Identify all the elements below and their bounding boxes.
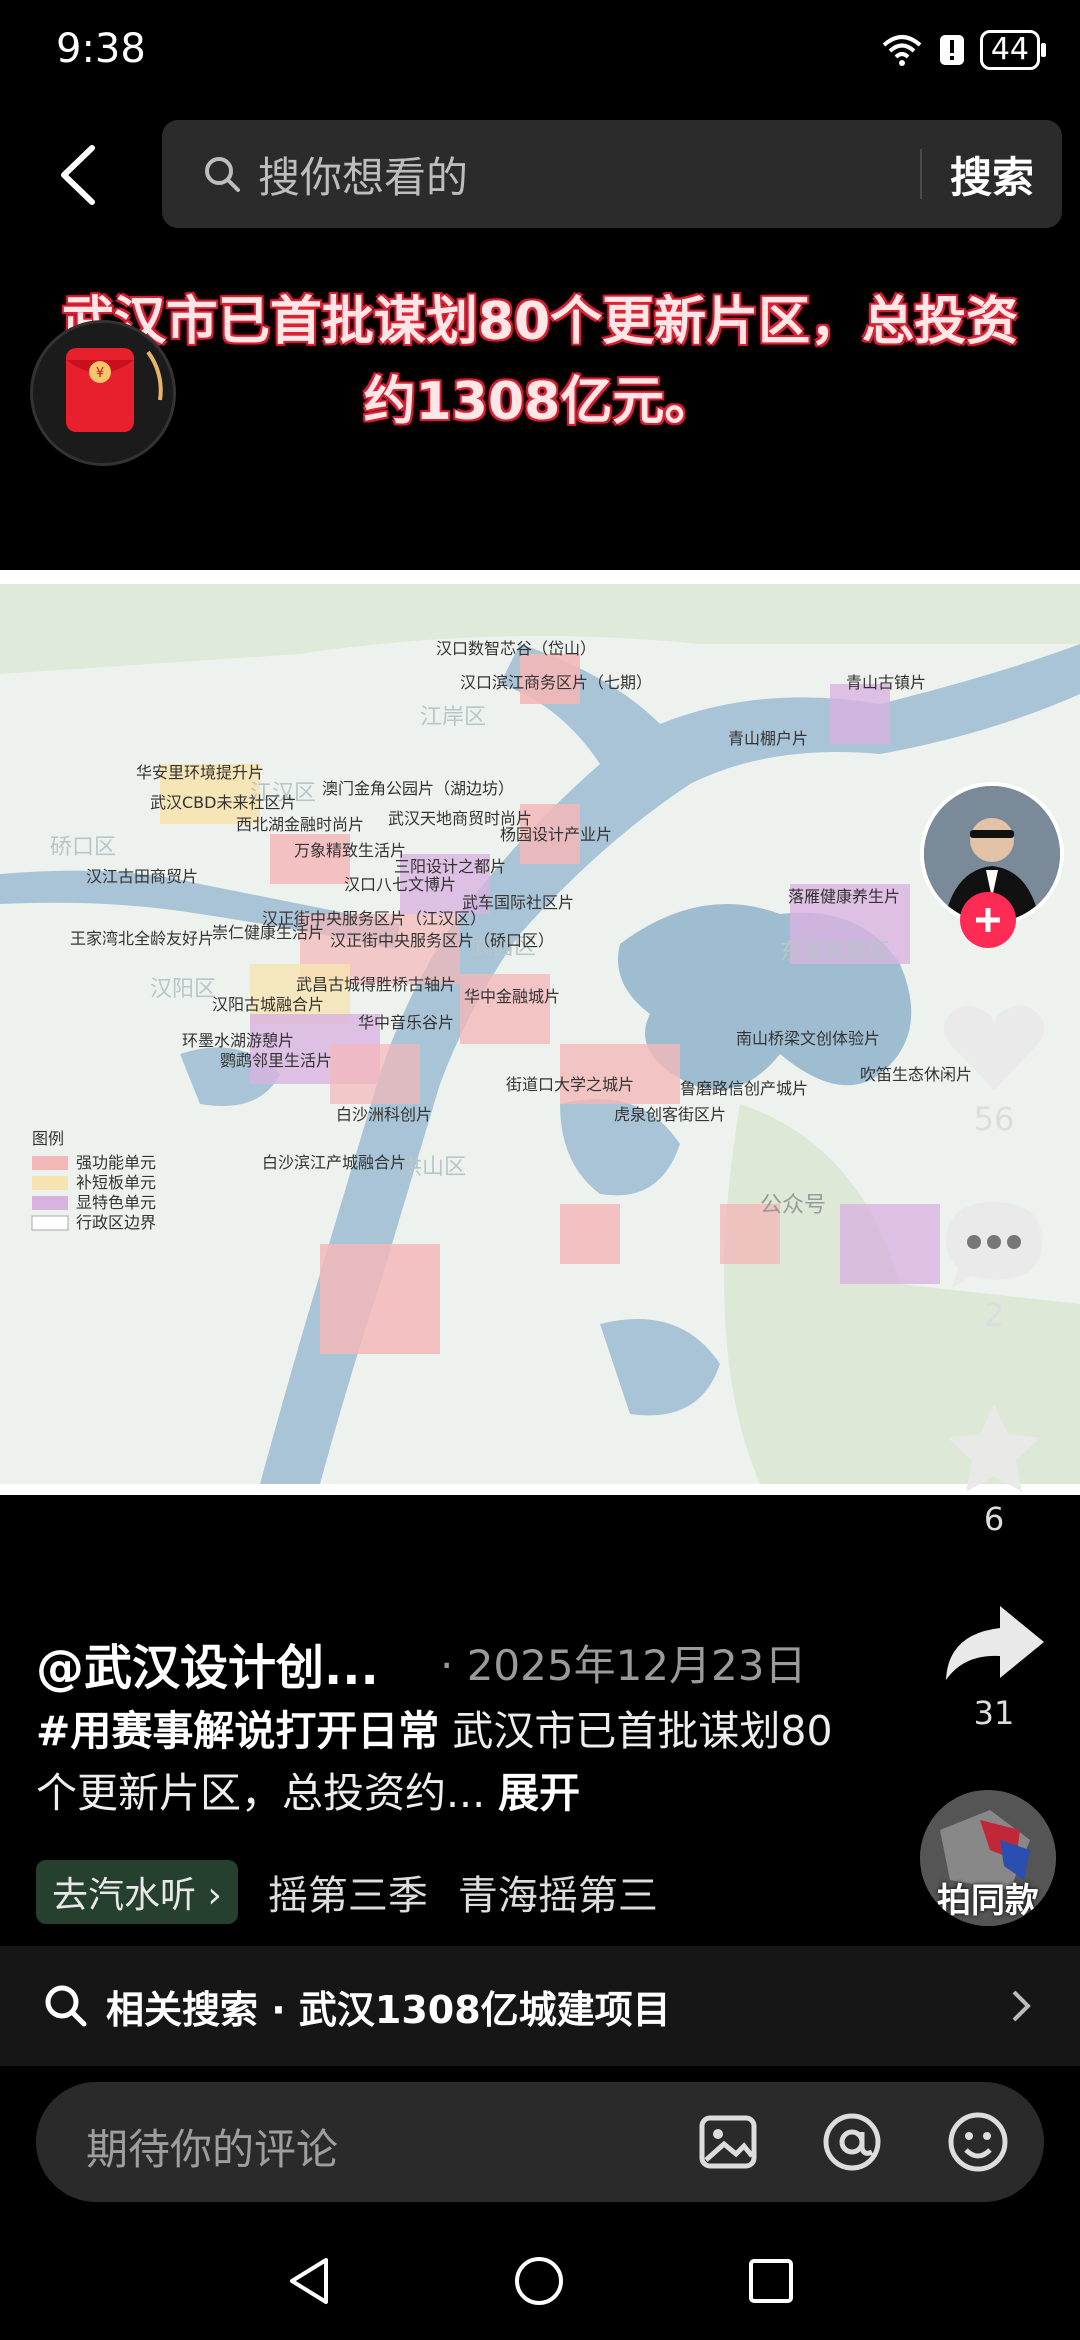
video-headline: 武汉市已首批谋划80个更新片区，总投资 约1308亿元。 — [60, 282, 1020, 442]
emoji-icon[interactable] — [946, 2110, 1010, 2174]
map-label: 汉江古田商贸片 — [86, 867, 198, 886]
map-label: 鹦鹉邻里生活片 — [220, 1051, 332, 1070]
map-label: 鲁磨路信创产城片 — [680, 1079, 808, 1098]
map-label: 万象精致生活片 — [294, 841, 406, 860]
same-template-label: 拍同款 — [937, 1881, 1039, 1921]
related-search-label: 相关搜索 · 武汉1308亿城建项目 — [106, 1987, 671, 2032]
nav-back-icon[interactable] — [284, 2254, 334, 2308]
legend-title: 图例 — [32, 1129, 64, 1148]
favorite-button[interactable]: 6 — [934, 1400, 1054, 1538]
map-label: 澳门金角公园片（湖边坊） — [322, 779, 514, 798]
map-label: 西北湖金融时尚片 — [236, 815, 364, 834]
chevron-right-icon — [1012, 1990, 1031, 2022]
search-input[interactable]: 搜你想看的 — [258, 144, 920, 205]
share-button[interactable]: 31 — [934, 1600, 1054, 1732]
red-envelope-icon: ¥ — [66, 348, 163, 432]
nav-home-icon[interactable] — [512, 2254, 566, 2308]
map-label: 白沙滨江产城融合片 — [262, 1153, 406, 1172]
map-label: 白沙洲科创片 — [336, 1105, 432, 1124]
map-label: 汉正街中央服务区片（硚口区） — [330, 931, 554, 950]
expand-button[interactable]: 展开 — [498, 1769, 580, 1817]
music-row: 去汽水听 › 摇第三季 青海摇第三 — [36, 1860, 658, 1924]
map-label: 三阳设计之都片 — [394, 857, 506, 876]
back-button[interactable] — [50, 140, 110, 210]
map-label: 崇仁健康生活片 — [212, 923, 324, 942]
district-label: 汉阳区 — [150, 977, 216, 1002]
map-label: 落雁健康养生片 — [788, 887, 900, 906]
plus-icon — [976, 908, 1000, 932]
music-chip[interactable]: 去汽水听 › — [36, 1860, 238, 1924]
comment-placeholder[interactable]: 期待你的评论 — [86, 2116, 338, 2177]
comment-input[interactable]: 期待你的评论 — [36, 2082, 1044, 2202]
hashtag-link[interactable]: #用赛事解说打开日常 — [36, 1707, 439, 1755]
music-chip-label: 去汽水听 — [52, 1875, 197, 1916]
post-date: · 2025年12月23日 — [440, 1641, 807, 1690]
status-time: 9:38 — [56, 26, 146, 72]
comment-icon — [946, 1202, 1042, 1288]
legend-item: 行政区边界 — [76, 1213, 156, 1232]
map-label: 华中音乐谷片 — [358, 1013, 454, 1032]
map-label: 青山古镇片 — [846, 673, 926, 692]
comment-count: 2 — [983, 1296, 1005, 1334]
same-template-button[interactable]: 拍同款 — [920, 1790, 1056, 1926]
map-watermark: 公众号 — [760, 1193, 826, 1218]
district-label: 洪山区 — [400, 1155, 466, 1180]
legend-item: 补短板单元 — [76, 1173, 156, 1192]
search-icon — [205, 157, 240, 192]
wifi-icon — [882, 35, 922, 66]
map-label: 武汉CBD未来社区片 — [150, 793, 296, 812]
district-label: 东湖风景区 — [780, 940, 890, 965]
status-icons: 44 — [880, 30, 1047, 70]
like-button[interactable]: 56 — [934, 1000, 1054, 1138]
map-label: 青山棚户片 — [728, 729, 808, 748]
svg-text:¥: ¥ — [96, 366, 104, 381]
map-label: 汉口数智芯谷（岱山） — [436, 639, 596, 658]
like-count: 56 — [973, 1100, 1015, 1138]
share-icon — [946, 1606, 1044, 1680]
map-label: 华中金融城片 — [464, 987, 560, 1006]
image-icon[interactable] — [696, 2110, 760, 2174]
headline-line-1: 武汉市已首批谋划80个更新片区，总投资 — [61, 292, 1019, 352]
system-nav-bar — [0, 2220, 1080, 2340]
follow-button[interactable] — [960, 892, 1016, 948]
comment-button[interactable]: 2 — [934, 1196, 1054, 1334]
map-label: 街道口大学之城片 — [506, 1075, 634, 1094]
red-packet-button[interactable]: ¥ — [30, 320, 176, 466]
star-icon — [948, 1404, 1040, 1492]
district-label: 硚口区 — [50, 835, 116, 860]
headline-line-2: 约1308亿元。 — [363, 372, 717, 432]
district-label: 江岸区 — [420, 705, 486, 730]
map-label: 汉口滨江商务区片（七期） — [460, 673, 652, 692]
map-label: 汉口八七文博片 — [344, 875, 456, 894]
heart-icon — [943, 1005, 1045, 1090]
search-button[interactable]: 搜索 — [922, 144, 1062, 205]
search-bar[interactable]: 搜你想看的 搜索 — [162, 120, 1062, 228]
map-label: 虎泉创客街区片 — [614, 1105, 726, 1124]
map-label: 华安里环境提升片 — [136, 763, 264, 782]
mention-icon[interactable] — [820, 2110, 884, 2174]
author-name[interactable]: @武汉设计创... — [36, 1628, 379, 1698]
legend-item: 强功能单元 — [76, 1153, 156, 1172]
alert-icon — [939, 35, 964, 65]
map-label: 王家湾北全龄友好片 — [70, 929, 214, 948]
battery-indicator: 44 — [979, 30, 1047, 70]
nav-recents-icon[interactable] — [746, 2256, 796, 2306]
map-label: 汉阳古城融合片 — [212, 995, 324, 1014]
music-tag[interactable]: 摇第三季 — [268, 1863, 428, 1921]
search-icon — [45, 1985, 87, 2027]
legend-item: 显特色单元 — [76, 1193, 156, 1212]
map-image: 江岸区 江汉区 硚口区 武昌区 汉阳区 洪山区 东湖风景区 汉口数智芯谷（岱山）… — [0, 570, 1080, 1495]
back-arrow-icon — [61, 145, 95, 205]
post-caption: #用赛事解说打开日常 武汉市已首批谋划80个更新片区，总投资约... 展开 — [36, 1700, 836, 1824]
chevron-right-icon: › — [207, 1875, 222, 1916]
favorite-count: 6 — [983, 1500, 1005, 1538]
related-search-bar[interactable]: 相关搜索 · 武汉1308亿城建项目 — [0, 1946, 1080, 2066]
map-label: 杨园设计产业片 — [500, 825, 612, 844]
map-label: 南山桥梁文创体验片 — [736, 1029, 880, 1048]
map-label: 武昌古城得胜桥古轴片 — [296, 975, 456, 994]
share-count: 31 — [973, 1694, 1015, 1732]
map-label: 环墨水湖游憩片 — [182, 1031, 294, 1050]
music-tag[interactable]: 青海摇第三 — [458, 1863, 658, 1921]
